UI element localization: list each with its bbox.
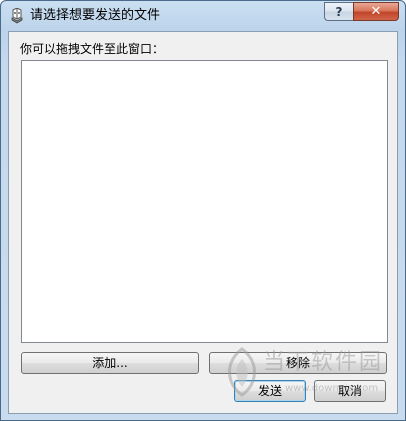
dialog-window: 请选择想要发送的文件 ? ✕ 你可以拖拽文件至此窗口： 添加... 移除 发送 … <box>0 0 406 421</box>
help-button[interactable]: ? <box>324 2 353 21</box>
drop-hint-label: 你可以拖拽文件至此窗口： <box>20 42 165 56</box>
file-transfer-icon <box>10 7 24 24</box>
add-file-button[interactable]: 添加... <box>21 352 199 374</box>
close-button[interactable]: ✕ <box>353 2 399 21</box>
dialog-body: 你可以拖拽文件至此窗口： 添加... 移除 发送 取消 <box>8 31 398 414</box>
remove-file-button[interactable]: 移除 <box>209 352 387 374</box>
title-bar[interactable]: 请选择想要发送的文件 ? ✕ <box>1 1 405 31</box>
send-button[interactable]: 发送 <box>234 380 306 402</box>
window-title: 请选择想要发送的文件 <box>30 8 161 23</box>
file-drop-list[interactable] <box>21 60 388 343</box>
cancel-button[interactable]: 取消 <box>314 380 386 402</box>
